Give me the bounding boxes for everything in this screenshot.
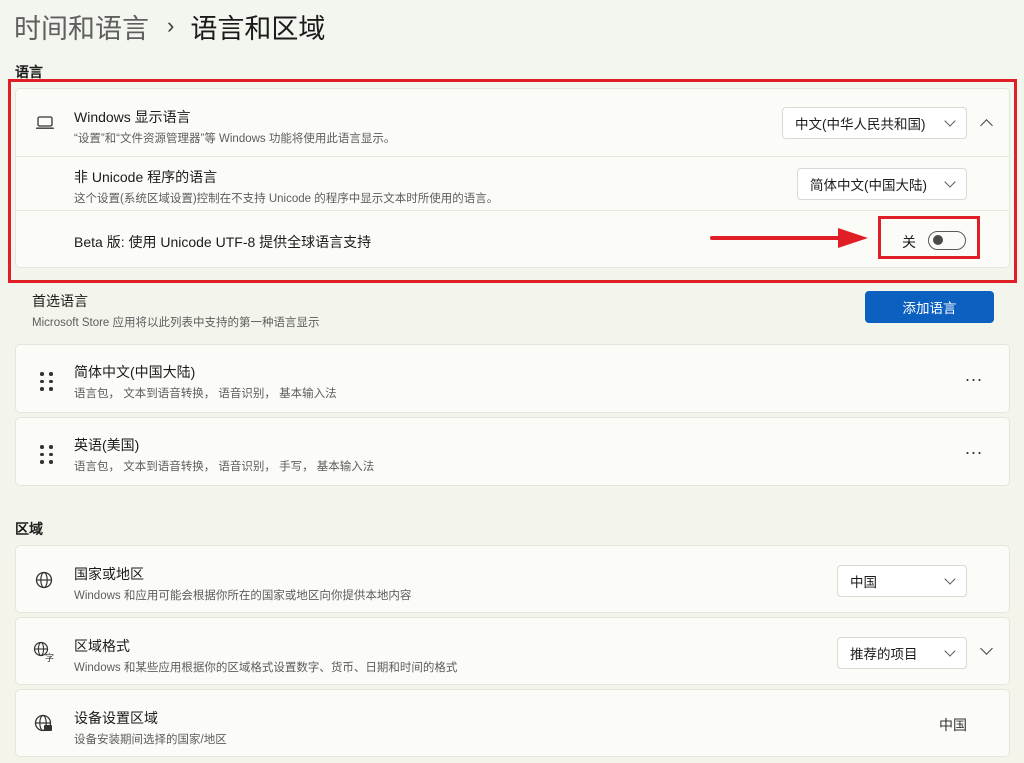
drag-handle-icon[interactable] — [40, 445, 53, 464]
preferred-language-row: 首选语言 Microsoft Store 应用将以此列表中支持的第一种语言显示 … — [15, 284, 1010, 336]
country-subtitle: Windows 和应用可能会根据你所在的国家或地区向你提供本地内容 — [74, 590, 412, 602]
globe-device-icon — [34, 714, 54, 739]
country-dropdown[interactable]: 中国 — [837, 565, 967, 597]
region-format-title: 区域格式 — [74, 638, 130, 654]
language-features: 语言包， 文本到语音转换， 语音识别， 基本输入法 — [74, 388, 337, 400]
drag-handle-icon[interactable] — [40, 372, 53, 391]
device-region-subtitle: 设备安装期间选择的国家/地区 — [74, 734, 227, 746]
more-options-icon[interactable]: ... — [965, 365, 983, 386]
globe-icon — [35, 571, 53, 594]
language-name: 英语(美国) — [74, 437, 140, 453]
expand-chevron-down-icon[interactable] — [980, 642, 993, 655]
device-region-value: 中国 — [939, 717, 967, 733]
annotation-arrow-icon — [710, 228, 868, 248]
preferred-language-title: 首选语言 — [32, 293, 88, 309]
country-row: 国家或地区 Windows 和应用可能会根据你所在的国家或地区向你提供本地内容 … — [15, 545, 1010, 613]
list-item[interactable]: 英语(美国) 语言包， 文本到语音转换， 语音识别， 手写， 基本输入法 ... — [15, 417, 1010, 486]
regional-format-icon: 字 — [33, 641, 55, 668]
chevron-down-icon — [944, 645, 956, 657]
breadcrumb: 时间和语言 › 语言和区域 — [14, 8, 325, 44]
language-name: 简体中文(中国大陆) — [74, 364, 196, 380]
list-item[interactable]: 简体中文(中国大陆) 语言包， 文本到语音转换， 语音识别， 基本输入法 ... — [15, 344, 1010, 413]
page-title: 语言和区域 — [190, 13, 326, 44]
annotation-highlight-box — [8, 79, 1017, 283]
svg-text:字: 字 — [45, 652, 54, 663]
section-title-region: 区域 — [15, 521, 43, 537]
breadcrumb-parent[interactable]: 时间和语言 — [14, 7, 149, 46]
language-features: 语言包， 文本到语音转换， 语音识别， 手写， 基本输入法 — [74, 461, 375, 473]
more-options-icon[interactable]: ... — [965, 438, 983, 459]
region-format-dropdown[interactable]: 推荐的项目 — [837, 637, 967, 669]
add-language-button[interactable]: 添加语言 — [865, 291, 994, 323]
chevron-down-icon — [944, 573, 956, 585]
region-format-subtitle: Windows 和某些应用根据你的区域格式设置数字、货币、日期和时间的格式 — [74, 662, 458, 674]
region-format-selected: 推荐的项目 — [850, 647, 918, 662]
breadcrumb-separator: › — [167, 13, 175, 38]
region-format-row[interactable]: 字 区域格式 Windows 和某些应用根据你的区域格式设置数字、货币、日期和时… — [15, 617, 1010, 685]
device-region-title: 设备设置区域 — [74, 710, 158, 726]
country-title: 国家或地区 — [74, 566, 144, 582]
country-selected: 中国 — [850, 575, 877, 590]
preferred-language-subtitle: Microsoft Store 应用将以此列表中支持的第一种语言显示 — [32, 317, 320, 329]
device-region-row: 设备设置区域 设备安装期间选择的国家/地区 中国 — [15, 689, 1010, 757]
annotation-toggle-box — [878, 216, 980, 259]
